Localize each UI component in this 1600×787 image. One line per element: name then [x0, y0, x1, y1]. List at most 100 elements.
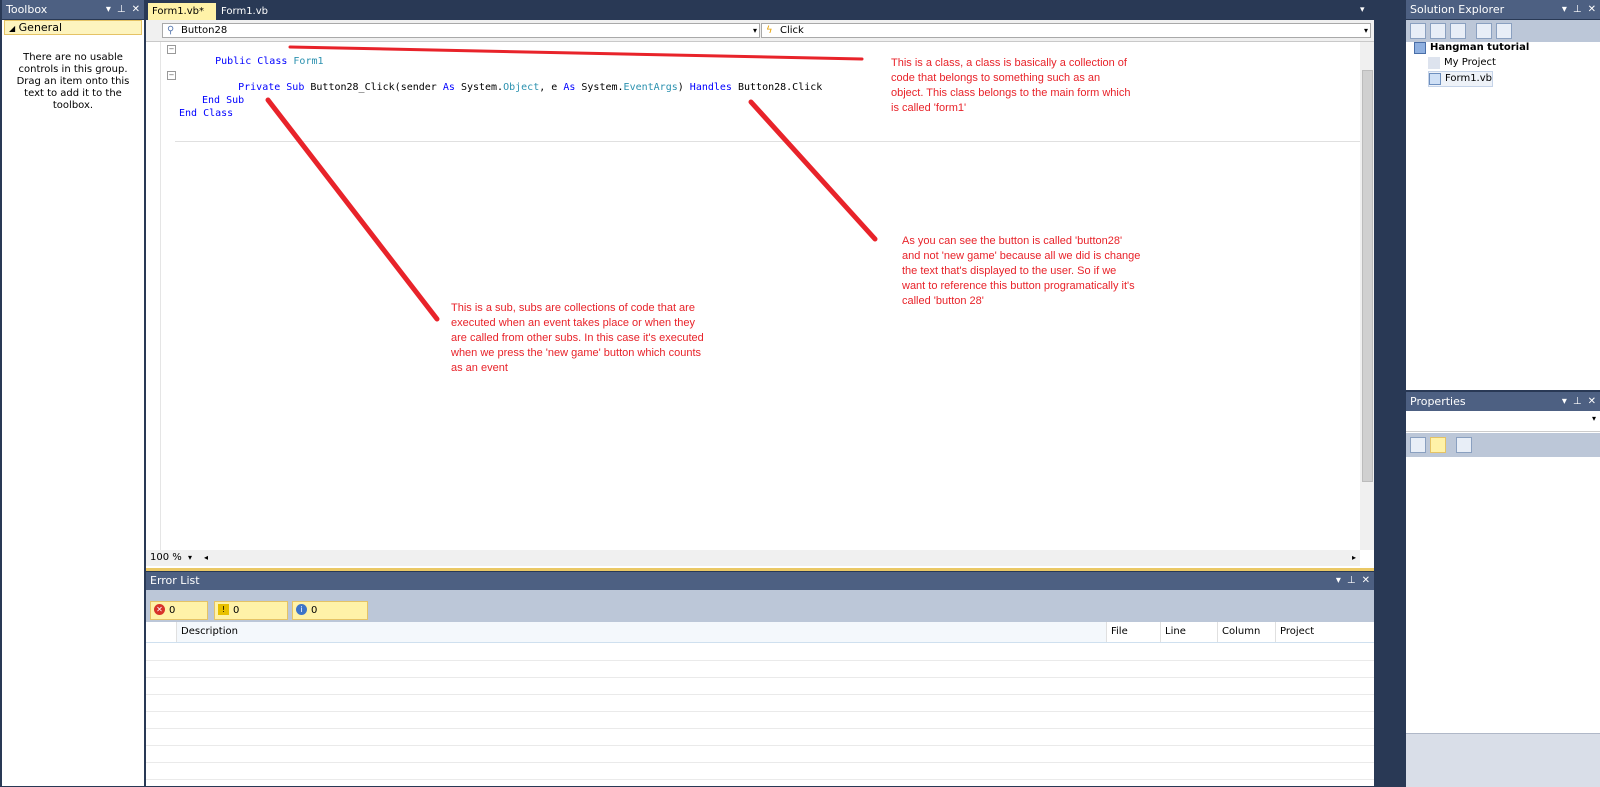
error-list-column-header: Description File Line Column Project: [146, 622, 1374, 643]
pin-icon[interactable]: ⊥: [1573, 4, 1582, 15]
dropdown-icon[interactable]: ▾: [1562, 396, 1567, 407]
event-dropdown[interactable]: ϟ Click ▾: [761, 23, 1371, 38]
chevron-down-icon: ▾: [1591, 414, 1596, 423]
button-annotation: As you can see the button is called 'but…: [902, 235, 1141, 307]
categorized-icon[interactable]: [1410, 437, 1426, 453]
show-all-files-icon[interactable]: [1430, 23, 1446, 39]
zoom-level[interactable]: 100 %: [150, 550, 182, 566]
solution-explorer-header: Solution Explorer ▾ ⊥ ✕: [1406, 0, 1600, 19]
error-list-header: Error List ▾ ⊥ ✕: [146, 572, 1374, 590]
warnings-filter-button[interactable]: ! 0 Warnings: [214, 601, 288, 633]
navigation-bar: ⚲ Button28 ▾ ϟ Click ▾: [146, 20, 1374, 42]
collapse-icon: ◢: [9, 24, 16, 33]
table-row: [146, 762, 1374, 780]
warning-icon: !: [218, 604, 229, 615]
chevron-down-icon: ▾: [1363, 26, 1368, 35]
wrench-icon: [1428, 57, 1440, 69]
close-icon[interactable]: ✕: [132, 4, 140, 15]
solution-explorer-title: Solution Explorer: [1410, 3, 1505, 16]
code-line-3: End Sub: [202, 95, 245, 106]
toolbox-title: Toolbox: [6, 3, 48, 16]
error-list-toolbar: ✕ 0 Errors ! 0 Warnings i 0 Messages: [146, 590, 1374, 633]
solution-icon: [1414, 42, 1426, 54]
column-line[interactable]: Line: [1160, 622, 1217, 642]
tab-label: Form1.vb*: [152, 6, 204, 17]
zoom-bar: 100 % ▾ ◂ ▸: [146, 550, 1360, 566]
pin-icon[interactable]: ⊥: [1347, 575, 1356, 586]
code-line-1: Public Class Form1: [215, 56, 324, 67]
code-text-area[interactable]: − Public Class Form1 − Private Sub Butto…: [160, 42, 1361, 550]
scroll-left-icon[interactable]: ◂: [204, 550, 208, 566]
properties-toolbar: [1406, 433, 1600, 457]
dropdown-icon[interactable]: ▾: [1336, 575, 1341, 586]
vertical-scrollbar[interactable]: [1360, 42, 1374, 550]
alphabetical-icon[interactable]: [1430, 437, 1446, 453]
form-icon: [1429, 73, 1441, 85]
code-line-2: Private Sub Button28_Click(sender As Sys…: [238, 82, 823, 93]
scrollbar-thumb[interactable]: [1362, 70, 1373, 482]
view-designer-icon[interactable]: [1496, 23, 1512, 39]
toolbox-group-label: General: [18, 21, 63, 34]
column-project[interactable]: Project: [1275, 622, 1374, 642]
control-icon: ⚲: [167, 25, 175, 36]
properties-description: [1406, 733, 1600, 787]
error-list-title: Error List: [150, 574, 200, 587]
info-icon: i: [296, 604, 307, 615]
tree-solution[interactable]: Hangman tutorial: [1414, 41, 1529, 55]
chevron-down-icon: ▾: [752, 26, 757, 35]
tab-form1-design[interactable]: Form1.vb [Design]*: [217, 3, 317, 34]
table-row: [146, 643, 1374, 661]
properties-header: Properties ▾ ⊥ ✕: [1406, 392, 1600, 411]
properties-title: Properties: [1410, 395, 1466, 408]
table-row: [146, 745, 1374, 763]
error-icon: ✕: [154, 604, 165, 615]
messages-filter-button[interactable]: i 0 Messages: [292, 601, 368, 633]
table-row: [146, 728, 1374, 746]
toolbox-empty-message: There are no usable controls in this gro…: [16, 52, 130, 111]
scroll-right-icon[interactable]: ▸: [1352, 550, 1356, 566]
chevron-down-icon[interactable]: ▾: [188, 550, 192, 566]
tab-overflow-icon[interactable]: ▾: [1360, 5, 1365, 15]
class-annotation: This is a class, a class is basically a …: [891, 57, 1131, 114]
table-row: [146, 711, 1374, 729]
close-icon[interactable]: ✕: [1588, 396, 1596, 407]
view-code-icon[interactable]: [1476, 23, 1492, 39]
column-file[interactable]: File: [1106, 622, 1160, 642]
close-icon[interactable]: ✕: [1362, 575, 1370, 586]
solution-explorer-toolbar: [1406, 20, 1600, 42]
code-line-4: End Class: [179, 108, 234, 119]
lightning-icon: ϟ: [766, 25, 773, 36]
property-pages-icon[interactable]: [1456, 437, 1472, 453]
properties-object-select[interactable]: ▾: [1406, 411, 1600, 432]
table-row: [146, 694, 1374, 712]
toolbox-group-general[interactable]: ◢ General: [4, 20, 142, 35]
event-dropdown-value: Click: [780, 25, 804, 36]
object-dropdown[interactable]: ⚲ Button28 ▾: [162, 23, 760, 38]
tree-my-project[interactable]: My Project: [1428, 56, 1496, 70]
properties-icon[interactable]: [1410, 23, 1426, 39]
tree-form1[interactable]: Form1.vb: [1428, 71, 1493, 87]
pin-icon[interactable]: ⊥: [117, 4, 126, 15]
object-dropdown-value: Button28: [181, 25, 228, 36]
collapse-class-icon[interactable]: −: [167, 45, 176, 54]
table-row: [146, 677, 1374, 695]
column-column[interactable]: Column: [1217, 622, 1275, 642]
solution-explorer-panel: Hangman tutorial My Project Form1.vb: [1406, 20, 1600, 390]
toolbox-header: Toolbox ▾ ⊥ ✕: [2, 0, 144, 19]
close-icon[interactable]: ✕: [1588, 4, 1596, 15]
errors-filter-button[interactable]: ✕ 0 Errors: [150, 601, 208, 633]
collapse-sub-icon[interactable]: −: [167, 71, 176, 80]
class-block-region: [175, 48, 1361, 142]
error-list-panel: ✕ 0 Errors ! 0 Warnings i 0 Messages Des…: [146, 590, 1374, 786]
refresh-icon[interactable]: [1450, 23, 1466, 39]
dropdown-icon[interactable]: ▾: [1562, 4, 1567, 15]
pin-icon[interactable]: ⊥: [1573, 396, 1582, 407]
column-description[interactable]: Description: [176, 622, 1106, 642]
table-row: [146, 660, 1374, 678]
toolbox-panel: ◢ General There are no usable controls i…: [2, 20, 144, 786]
sub-annotation: This is a sub, subs are collections of c…: [451, 302, 704, 374]
tab-form1-code[interactable]: Form1.vb* ✕: [148, 3, 216, 34]
code-editor: ⚲ Button28 ▾ ϟ Click ▾ − Public Class Fo…: [146, 20, 1374, 571]
properties-panel: ▾: [1406, 411, 1600, 787]
dropdown-icon[interactable]: ▾: [106, 4, 111, 15]
